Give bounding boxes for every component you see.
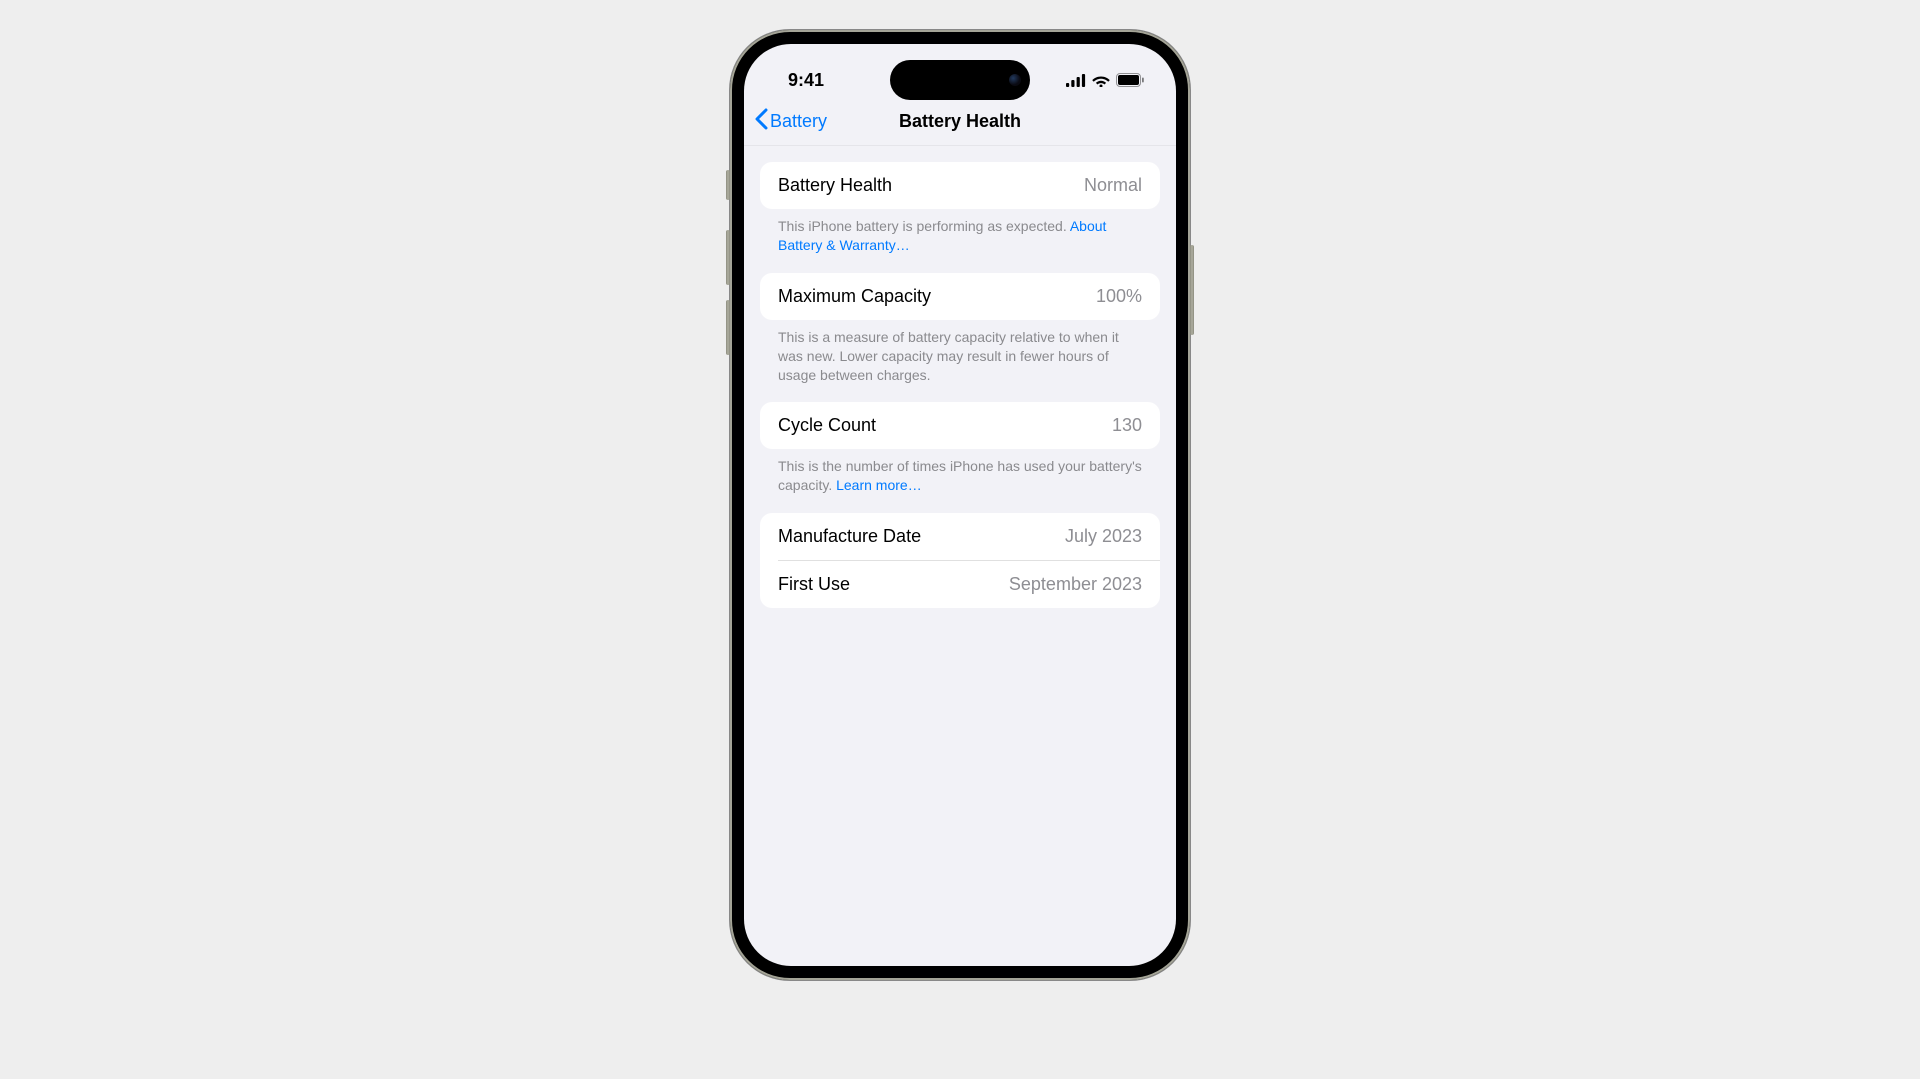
row-battery-health[interactable]: Battery Health Normal <box>760 162 1160 209</box>
footer-max-capacity: This is a measure of battery capacity re… <box>760 320 1160 385</box>
card-cycle-count: Cycle Count 130 <box>760 402 1160 449</box>
row-manufacture-date[interactable]: Manufacture Date July 2023 <box>760 513 1160 560</box>
row-value: July 2023 <box>1065 526 1142 547</box>
footer-battery-health: This iPhone battery is performing as exp… <box>760 209 1160 255</box>
row-label: Battery Health <box>778 175 892 196</box>
row-first-use[interactable]: First Use September 2023 <box>778 560 1160 608</box>
card-battery-health: Battery Health Normal <box>760 162 1160 209</box>
back-label: Battery <box>770 111 827 132</box>
footer-cycle-count: This is the number of times iPhone has u… <box>760 449 1160 495</box>
phone-frame: 9:41 <box>730 30 1190 980</box>
row-value: September 2023 <box>1009 574 1142 595</box>
learn-more-link[interactable]: Learn more… <box>836 477 922 493</box>
row-label: Manufacture Date <box>778 526 921 547</box>
row-value: Normal <box>1084 175 1142 196</box>
side-button-power <box>1190 245 1194 335</box>
front-camera-icon <box>1009 74 1021 86</box>
side-button-volume-up <box>726 230 730 285</box>
content: Battery Health Normal This iPhone batter… <box>744 146 1176 642</box>
row-value: 100% <box>1096 286 1142 307</box>
row-label: Maximum Capacity <box>778 286 931 307</box>
footer-text: This iPhone battery is performing as exp… <box>778 218 1070 234</box>
row-label: First Use <box>778 574 850 595</box>
row-value: 130 <box>1112 415 1142 436</box>
side-button-silent <box>726 170 730 200</box>
battery-icon <box>1116 73 1144 87</box>
section-cycle-count: Cycle Count 130 This is the number of ti… <box>760 402 1160 495</box>
row-max-capacity[interactable]: Maximum Capacity 100% <box>760 273 1160 320</box>
section-dates: Manufacture Date July 2023 First Use Sep… <box>760 513 1160 608</box>
page-title: Battery Health <box>899 111 1021 132</box>
side-button-volume-down <box>726 300 730 355</box>
cellular-signal-icon <box>1066 74 1086 87</box>
section-max-capacity: Maximum Capacity 100% This is a measure … <box>760 273 1160 385</box>
row-cycle-count[interactable]: Cycle Count 130 <box>760 402 1160 449</box>
section-battery-health: Battery Health Normal This iPhone batter… <box>760 162 1160 255</box>
footer-text: This is the number of times iPhone has u… <box>778 458 1142 493</box>
status-time: 9:41 <box>774 70 824 91</box>
footer-text: This is a measure of battery capacity re… <box>778 329 1119 383</box>
card-dates: Manufacture Date July 2023 First Use Sep… <box>760 513 1160 608</box>
chevron-left-icon <box>754 108 768 135</box>
back-button[interactable]: Battery <box>754 108 827 135</box>
screen: 9:41 <box>744 44 1176 966</box>
card-max-capacity: Maximum Capacity 100% <box>760 273 1160 320</box>
status-icons <box>1066 73 1146 87</box>
wifi-icon <box>1092 74 1110 87</box>
nav-bar: Battery Battery Health <box>744 98 1176 146</box>
row-label: Cycle Count <box>778 415 876 436</box>
dynamic-island <box>890 60 1030 100</box>
